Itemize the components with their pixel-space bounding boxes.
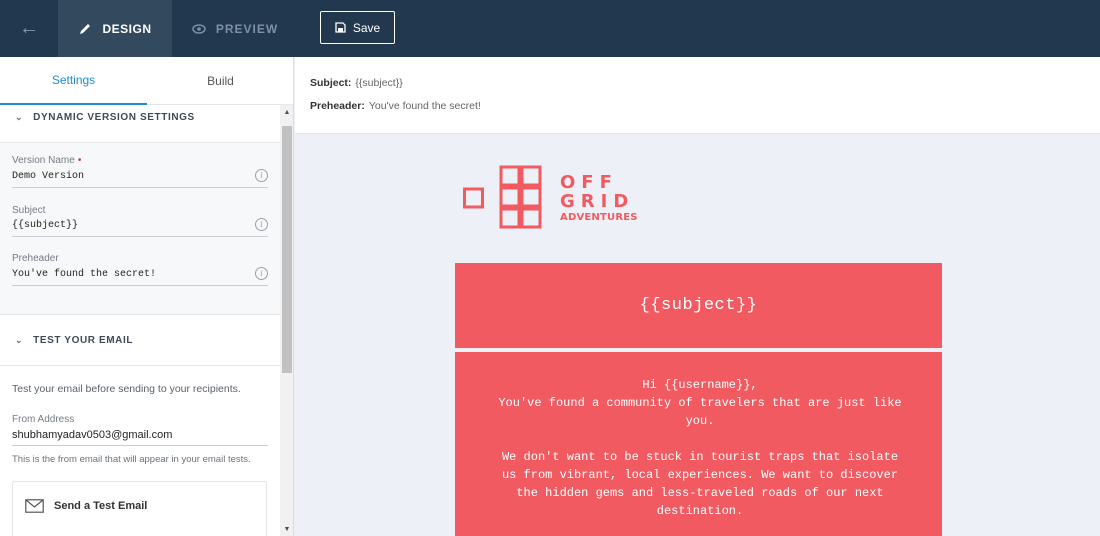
meta-preheader: Preheader: You've found the secret! (310, 100, 481, 112)
test-helper-text: Test your email before sending to your r… (12, 383, 241, 395)
email-meta-header: Subject: {{subject}} Preheader: You've fou… (295, 57, 1100, 134)
test-email-form: Test your email before sending to your r… (0, 366, 280, 536)
tab-preview[interactable]: PREVIEW (172, 0, 298, 57)
tab-settings[interactable]: Settings (0, 57, 147, 105)
subject-value: {{subject}} (12, 220, 79, 231)
send-test-card: Send a Test Email (12, 481, 267, 536)
brand-logo[interactable]: OFF GRID ADVENTURES (463, 165, 653, 231)
version-name-label: Version Name • (12, 155, 82, 166)
version-name-field[interactable]: Demo Version i (12, 169, 268, 188)
from-address-help: This is the from email that will appear … (12, 454, 251, 465)
save-button[interactable]: Save (320, 11, 395, 44)
required-marker: • (77, 155, 82, 166)
tab-design-label: DESIGN (102, 21, 152, 36)
floppy-disk-icon (335, 22, 346, 33)
info-icon[interactable]: i (255, 169, 268, 182)
email-preview-canvas: OFF GRID ADVENTURES {{subject}} Hi {{use… (295, 134, 1100, 536)
top-toolbar: ← DESIGN PREVIEW Save (0, 0, 1100, 57)
envelope-icon (25, 499, 44, 513)
preheader-field[interactable]: You've found the secret! i (12, 267, 268, 286)
info-icon[interactable]: i (255, 218, 268, 231)
meta-subject: Subject: {{subject}} (310, 77, 403, 89)
email-subject-heading: {{subject}} (639, 296, 758, 315)
logo-grid-mark (463, 165, 542, 229)
tab-preview-label: PREVIEW (215, 21, 279, 36)
section-title: TEST YOUR EMAIL (33, 334, 134, 346)
subject-field[interactable]: {{subject}} i (12, 218, 268, 237)
from-address-value: shubhamyadav0503@gmail.com (12, 429, 173, 441)
settings-panel: Settings Build ⌄ DYNAMIC VERSION SETTING… (0, 57, 294, 536)
meta-subject-label: Subject: (310, 77, 352, 89)
subject-label: Subject (12, 205, 46, 216)
chevron-down-icon: ⌄ (15, 334, 24, 345)
settings-scroll-content: ⌄ DYNAMIC VERSION SETTINGS Version Name •… (0, 105, 280, 536)
meta-preheader-label: Preheader: (310, 100, 365, 112)
preheader-label: Preheader (12, 253, 59, 264)
scroll-up-icon[interactable]: ▲ (280, 105, 293, 119)
logo-text-grid: GRID (560, 191, 635, 212)
send-test-email-label: Send a Test Email (54, 500, 148, 512)
tab-build[interactable]: Build (147, 57, 293, 105)
panel-scrollbar[interactable]: ▲ ▼ (280, 105, 293, 536)
scrollbar-thumb[interactable] (282, 126, 292, 373)
eye-icon (192, 23, 206, 34)
save-button-label: Save (352, 20, 381, 35)
tab-design[interactable]: DESIGN (58, 0, 172, 57)
logo-text-off: OFF (560, 172, 618, 193)
section-title: DYNAMIC VERSION SETTINGS (33, 111, 195, 123)
meta-preheader-value: You've found the secret! (368, 100, 481, 112)
dynamic-version-section-toggle[interactable]: ⌄ DYNAMIC VERSION SETTINGS (0, 105, 280, 129)
send-test-email-button[interactable]: Send a Test Email (25, 497, 147, 515)
scroll-down-icon[interactable]: ▼ (280, 522, 293, 536)
preheader-value: You've found the secret! (12, 269, 157, 280)
from-address-field[interactable]: shubhamyadav0503@gmail.com (12, 427, 268, 446)
from-address-label: From Address (12, 414, 75, 425)
panel-tabs: Settings Build (0, 57, 293, 105)
logo-text-adventures: ADVENTURES (560, 212, 638, 223)
info-icon[interactable]: i (255, 267, 268, 280)
back-button[interactable]: ← (0, 0, 58, 57)
logo-wordmark: OFF GRID ADVENTURES (560, 174, 638, 223)
email-body-text: Hi {{username}}, You've found a communit… (498, 378, 902, 518)
meta-subject-value: {{subject}} (355, 77, 403, 89)
arrow-left-icon: ← (19, 17, 39, 39)
version-name-value: Demo Version (12, 171, 85, 182)
pencil-icon (80, 23, 91, 34)
test-email-section-toggle[interactable]: ⌄ TEST YOUR EMAIL (0, 328, 280, 352)
chevron-down-icon: ⌄ (15, 111, 24, 122)
email-body-block[interactable]: Hi {{username}}, You've found a communit… (455, 352, 942, 536)
dynamic-version-form: Version Name • Demo Version i Subject {{s… (0, 142, 280, 315)
email-subject-block[interactable]: {{subject}} (455, 263, 942, 348)
